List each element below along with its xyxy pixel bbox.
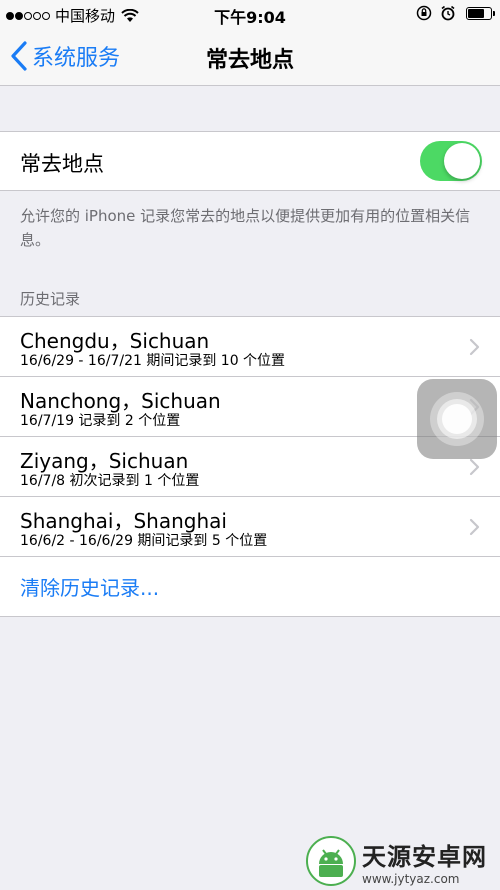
chevron-right-icon [469,458,480,476]
chevron-right-icon [469,338,480,356]
history-list: Chengdu，Sichuan 16/6/29 - 16/7/21 期间记录到 … [0,316,500,617]
alarm-icon [441,5,455,21]
history-item-subtitle: 16/6/29 - 16/7/21 期间记录到 10 个位置 [20,353,286,369]
android-logo-icon [306,836,356,886]
frequent-locations-toggle[interactable] [420,141,482,181]
toggle-knob [444,143,480,179]
history-section-header: 历史记录 [20,290,81,308]
watermark: 天源安卓网 www.jytyaz.com [306,836,496,886]
history-item-subtitle: 16/7/19 记录到 2 个位置 [20,413,181,429]
history-item-subtitle: 16/6/2 - 16/6/29 期间记录到 5 个位置 [20,533,268,549]
page-title: 常去地点 [205,48,294,73]
frequent-locations-label: 常去地点 [20,152,104,176]
chevron-right-icon [469,518,480,536]
rotation-lock-icon [416,5,432,21]
clear-history-button[interactable]: 清除历史记录... [20,572,159,601]
frequent-locations-cell: 常去地点 [0,131,500,191]
history-item-subtitle: 16/7/8 初次记录到 1 个位置 [20,473,200,489]
history-item[interactable]: Chengdu，Sichuan 16/6/29 - 16/7/21 期间记录到 … [0,317,500,377]
battery-icon [466,6,495,20]
navigation-bar: 系统服务 常去地点 [0,28,500,86]
history-item[interactable]: Shanghai，Shanghai 16/6/2 - 16/6/29 期间记录到… [0,497,500,557]
watermark-url: www.jytyaz.com [362,871,460,886]
status-right [408,5,495,21]
status-bar: 中国移动 下午9:04 [0,0,500,28]
section-footer: 允许您的 iPhone 记录您常去的地点以便提供更加有用的位置相关信息。 [20,207,471,249]
assistive-touch-button[interactable] [417,379,497,459]
watermark-title: 天源安卓网 [362,842,487,871]
